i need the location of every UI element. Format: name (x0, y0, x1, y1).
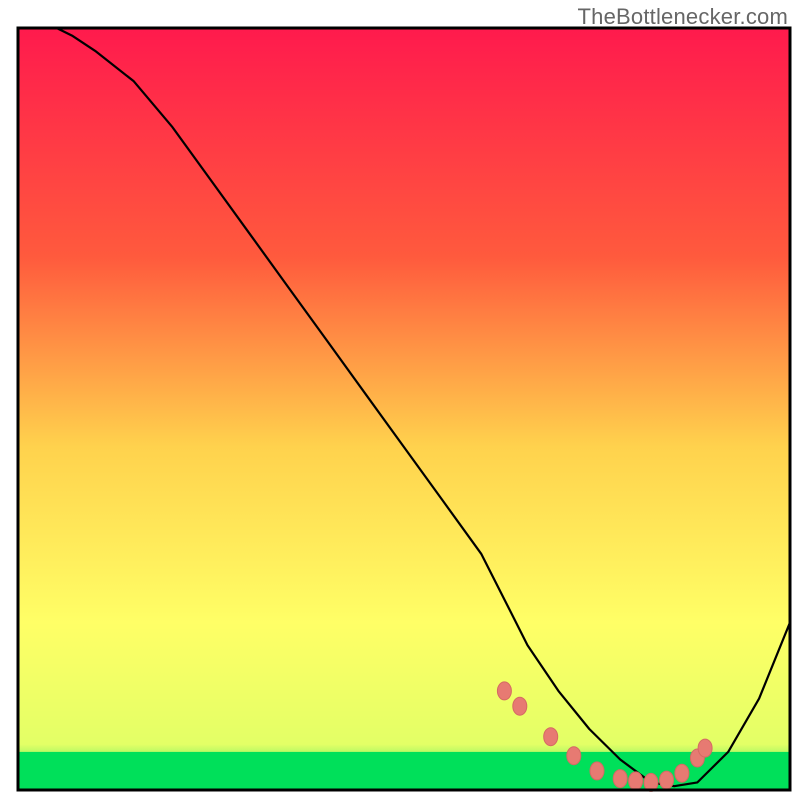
chart-svg (0, 0, 800, 800)
curve-marker (497, 682, 511, 700)
chart-background (18, 28, 790, 790)
curve-marker (513, 697, 527, 715)
curve-marker (675, 764, 689, 782)
optimal-band (18, 752, 790, 790)
curve-marker (544, 728, 558, 746)
bottleneck-chart: TheBottlenecker.com (0, 0, 800, 800)
curve-marker (613, 770, 627, 788)
curve-marker (660, 771, 674, 789)
curve-marker (567, 747, 581, 765)
curve-marker (590, 762, 604, 780)
watermark-text: TheBottlenecker.com (578, 4, 788, 30)
curve-marker (698, 739, 712, 757)
curve-marker (629, 772, 643, 790)
